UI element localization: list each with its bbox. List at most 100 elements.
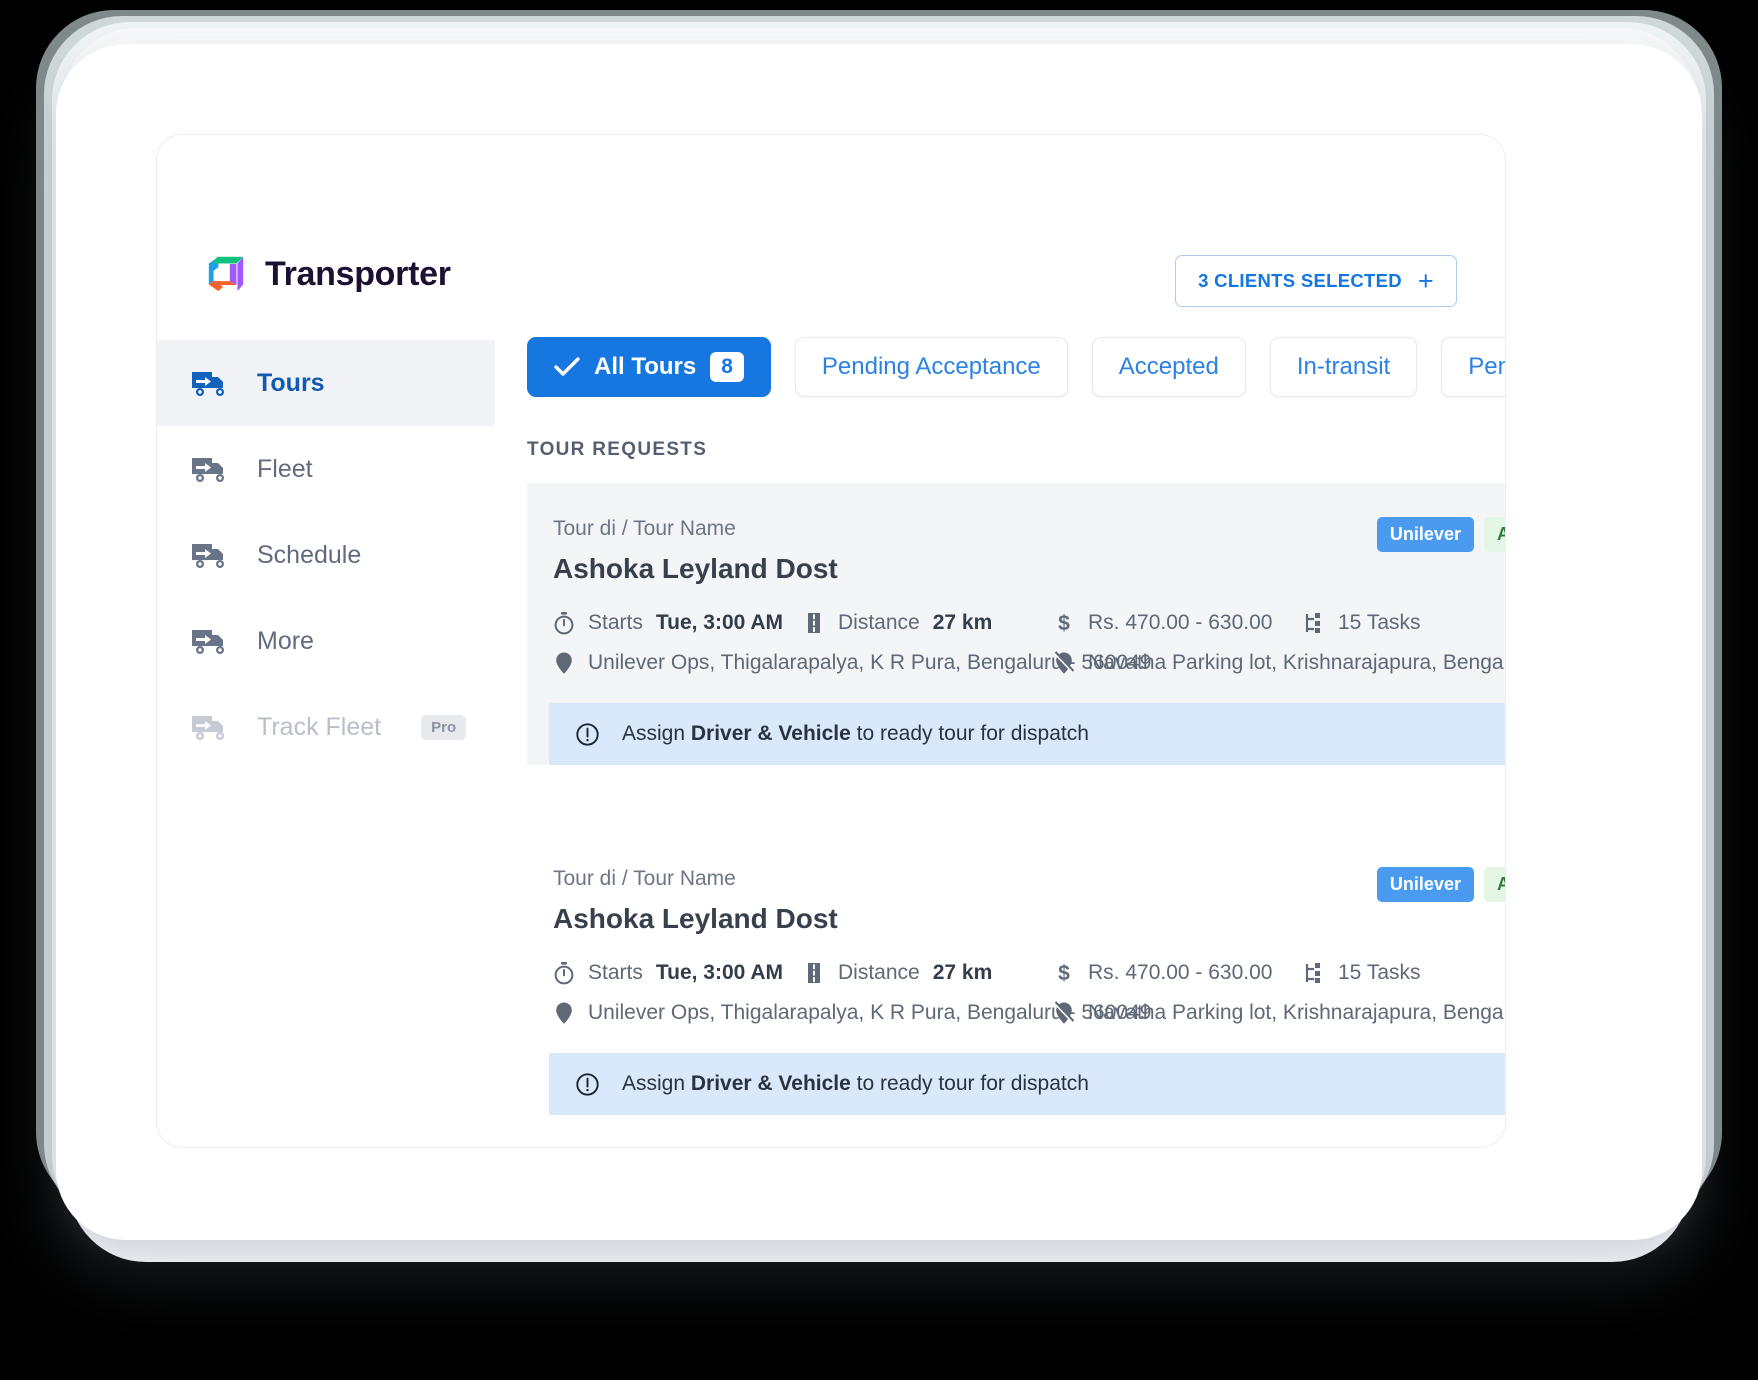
stopwatch-icon	[553, 961, 575, 985]
distance-value: 27 km	[933, 961, 993, 985]
distance-label: Distance	[838, 611, 920, 635]
tour-card[interactable]: Tour di / Tour Name Ashoka Leyland Dost Un…	[527, 833, 1506, 1115]
dollar-icon: $	[1053, 611, 1075, 635]
tour-identity: Tour di / Tour Name Ashoka Leyland Dost	[553, 867, 838, 935]
tour-tasks: 15 Tasks	[1303, 961, 1506, 985]
assign-bold: Driver & Vehicle	[691, 1072, 851, 1095]
assign-suffix: to ready tour for dispatch	[851, 722, 1089, 745]
tour-destination: Navatha Parking lot, Krishnarajapura, Be…	[1053, 651, 1506, 675]
dollar-icon: $	[1053, 961, 1075, 985]
tab-pending-acceptance[interactable]: Pending Acceptance	[795, 337, 1068, 397]
tab-accepted[interactable]: Accepted	[1092, 337, 1246, 397]
tour-start-time: Starts Tue, 3:00 AM	[553, 611, 803, 635]
tour-tasks: 15 Tasks	[1303, 611, 1506, 635]
assign-driver-vehicle-banner[interactable]: Assign Driver & Vehicle to ready tour fo…	[549, 703, 1506, 765]
status-badge: Accepted	[1484, 517, 1506, 552]
destination-value: Navatha Parking lot, Krishnarajapura, Be…	[1088, 651, 1506, 675]
check-icon	[554, 357, 580, 377]
sidebar-item-label: Schedule	[257, 541, 361, 570]
sidebar-item-track-fleet: Track FleetPro	[157, 684, 495, 770]
tab-label: Accepted	[1119, 353, 1219, 381]
distance-label: Distance	[838, 961, 920, 985]
assign-driver-vehicle-banner[interactable]: Assign Driver & Vehicle to ready tour fo…	[549, 1053, 1506, 1115]
section-title: TOUR REQUESTS	[527, 439, 1505, 461]
tab-label: Pending Closure	[1468, 353, 1506, 381]
tour-card[interactable]: Tour di / Tour Name Ashoka Leyland Dost Un…	[527, 483, 1506, 765]
tour-list: Tour di / Tour Name Ashoka Leyland Dost Un…	[527, 483, 1505, 1115]
sidebar: Tours Fleet Schedule More Track FleetPro	[157, 340, 495, 770]
tour-title: Ashoka Leyland Dost	[553, 903, 838, 935]
starts-label: Starts	[588, 611, 643, 635]
road-icon	[803, 611, 825, 635]
map-pin-slash-icon	[1053, 1001, 1075, 1025]
sidebar-item-tours[interactable]: Tours	[157, 340, 495, 426]
app-header: Transporter 3 CLIENTS SELECTED +	[157, 135, 1505, 295]
tab-pending-closure[interactable]: Pending Closure	[1441, 337, 1506, 397]
client-badge: Unilever	[1377, 517, 1474, 552]
tour-meta-grid: Starts Tue, 3:00 AM Distance27 km$ Rs. 470.…	[553, 611, 1506, 675]
tour-destination: Navatha Parking lot, Krishnarajapura, Be…	[1053, 1001, 1506, 1025]
device-frame: Transporter 3 CLIENTS SELECTED + Tours Fl…	[56, 44, 1702, 1240]
assign-prefix: Assign	[622, 1072, 691, 1095]
tour-distance: Distance27 km	[803, 611, 1053, 635]
tour-distance: Distance 27 km	[803, 961, 1053, 985]
sidebar-item-schedule[interactable]: Schedule	[157, 512, 495, 598]
sidebar-item-more[interactable]: More	[157, 598, 495, 684]
tour-price: $ Rs. 470.00 - 630.00	[1053, 961, 1303, 985]
tour-card-header: Tour di / Tour Name Ashoka Leyland Dost Un…	[553, 867, 1506, 935]
tour-identity: Tour di / Tour Name Ashoka Leyland Dost	[553, 517, 838, 585]
app-screen: Transporter 3 CLIENTS SELECTED + Tours Fl…	[156, 134, 1506, 1148]
sidebar-item-label: More	[257, 627, 314, 656]
screenshot-stage: Transporter 3 CLIENTS SELECTED + Tours Fl…	[0, 0, 1758, 1380]
price-value: Rs. 470.00 - 630.00	[1088, 611, 1272, 635]
map-pin-icon	[553, 1001, 575, 1025]
clients-selected-button[interactable]: 3 CLIENTS SELECTED +	[1175, 255, 1457, 307]
map-pin-icon	[553, 651, 575, 675]
tour-origin: Unilever Ops, Thigalarapalya, K R Pura, …	[553, 651, 1053, 675]
tab-in-transit[interactable]: In-transit	[1270, 337, 1417, 397]
tour-title: Ashoka Leyland Dost	[553, 553, 838, 585]
truck-icon	[191, 540, 231, 570]
tour-price: $ Rs. 470.00 - 630.00	[1053, 611, 1303, 635]
assign-bold: Driver & Vehicle	[691, 722, 851, 745]
tour-card-body: Tour di / Tour Name Ashoka Leyland Dost Un…	[527, 517, 1506, 675]
tour-sub-label: Tour di / Tour Name	[553, 517, 838, 541]
brand: Transporter	[205, 253, 451, 295]
assign-banner-text: Assign Driver & Vehicle to ready tour fo…	[622, 1072, 1089, 1096]
truck-icon	[191, 626, 231, 656]
tab-bar: All Tours 8 Pending Acceptance Accepted In-t…	[527, 337, 1505, 397]
svg-text:$: $	[1058, 962, 1070, 985]
brand-name: Transporter	[265, 255, 451, 294]
tasks-value: 15 Tasks	[1338, 611, 1421, 635]
svg-text:$: $	[1058, 612, 1070, 635]
status-badge: Accepted	[1484, 867, 1506, 902]
destination-value: Navatha Parking lot, Krishnarajapura, Be…	[1088, 1001, 1506, 1025]
client-badge: Unilever	[1377, 867, 1474, 902]
sidebar-item-label: Tours	[257, 369, 325, 398]
cube-logo-icon	[205, 253, 247, 295]
truck-icon	[191, 454, 231, 484]
tour-sub-label: Tour di / Tour Name	[553, 867, 838, 891]
tab-label: Pending Acceptance	[822, 353, 1041, 381]
tour-card-header: Tour di / Tour Name Ashoka Leyland Dost Un…	[553, 517, 1506, 585]
clients-selected-label: 3 CLIENTS SELECTED	[1198, 270, 1402, 292]
starts-value: Tue, 3:00 AM	[656, 961, 783, 985]
tasks-icon	[1303, 961, 1325, 985]
tour-start-time: Starts Tue, 3:00 AM	[553, 961, 803, 985]
main-content: All Tours 8 Pending Acceptance Accepted In-t…	[527, 337, 1505, 1147]
map-pin-slash-icon	[1053, 651, 1075, 675]
plus-icon: +	[1418, 268, 1434, 295]
tab-count-badge: 8	[710, 352, 744, 382]
truck-icon	[191, 712, 231, 742]
price-value: Rs. 470.00 - 630.00	[1088, 961, 1272, 985]
tour-badges: Unilever Accepted	[1377, 867, 1506, 902]
tab-label: In-transit	[1297, 353, 1390, 381]
stopwatch-icon	[553, 611, 575, 635]
tab-all-tours[interactable]: All Tours 8	[527, 337, 771, 397]
sidebar-item-fleet[interactable]: Fleet	[157, 426, 495, 512]
tasks-icon	[1303, 611, 1325, 635]
starts-label: Starts	[588, 961, 643, 985]
starts-value: Tue, 3:00 AM	[656, 611, 783, 635]
assign-prefix: Assign	[622, 722, 691, 745]
tab-label: All Tours	[594, 353, 696, 381]
